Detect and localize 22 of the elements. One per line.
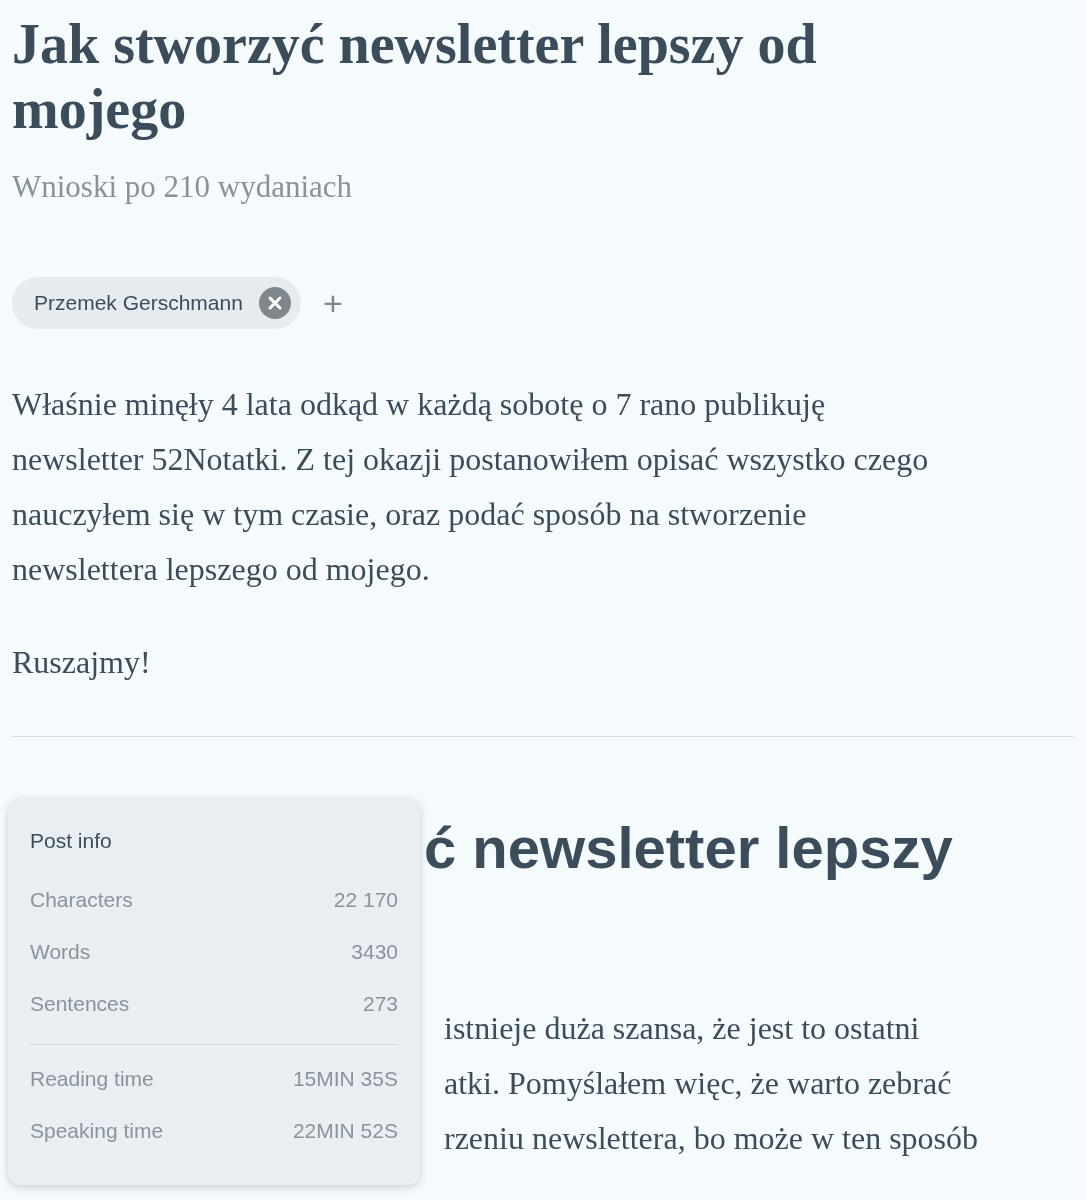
body-paragraph: Ruszajmy!: [12, 642, 152, 682]
author-name: Przemek Gerschmann: [34, 289, 243, 316]
panel-title: Post info: [30, 827, 113, 854]
body-paragraph: Właśnie minęły 4 lata odkąd w każdą sobotę o 7 rano publikuję newsletter 52Notatki. Z tej okazji postanowiłem opisać wszystko czego nauczyłem się w tym czasie, oraz podać sposób na stworzenie newslettera lepszego od mojego.: [12, 384, 930, 589]
stat-label: Reading time: [30, 1066, 154, 1092]
article-title: Jak stworzyć newsletter lepszy od mojego: [12, 12, 818, 142]
stat-label: Words: [30, 939, 91, 965]
author-chip[interactable]: Przemek Gerschmann: [12, 276, 301, 329]
stat-label: Characters: [30, 887, 133, 913]
stat-label: Speaking time: [30, 1118, 164, 1144]
text-line: atki. Pomyślałem więc, że warto zebrać: [444, 1063, 953, 1103]
stat-value: 273: [362, 991, 398, 1017]
stat-value: 3430: [351, 939, 398, 965]
stat-value: 15MIN 35S: [292, 1066, 398, 1092]
stat-value: 22MIN 52S: [292, 1118, 398, 1144]
text-line: istnieje duża szansa, że jest to ostatni: [444, 1008, 921, 1048]
add-author-button[interactable]: +: [316, 285, 349, 320]
article-subtitle: Wnioski po 210 wydaniach: [12, 168, 354, 206]
stat-label: Sentences: [30, 991, 130, 1017]
stat-value: 22 170: [333, 887, 398, 913]
text-line: rzeniu newslettera, bo może w ten sposób: [444, 1118, 980, 1158]
remove-icon[interactable]: [258, 286, 291, 319]
